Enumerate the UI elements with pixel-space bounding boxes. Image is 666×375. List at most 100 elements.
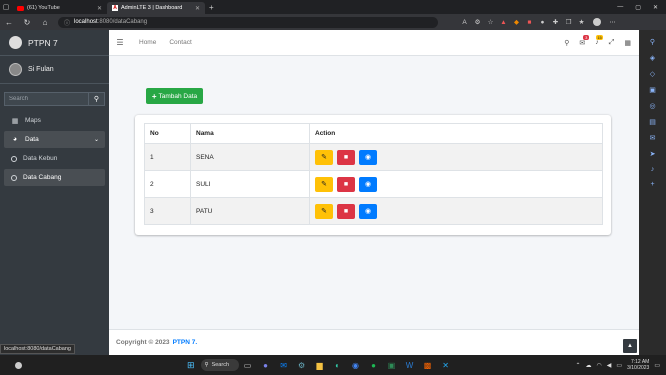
delete-button[interactable]: ■ [337, 176, 355, 192]
mail-icon[interactable]: ✉ [275, 361, 293, 370]
volume-icon[interactable]: ◀ [607, 362, 612, 369]
clock[interactable]: 7:12 AM 3/10/2023 [627, 359, 649, 371]
briefcase-icon[interactable]: ▣ [649, 86, 656, 94]
outlook-icon[interactable]: ✉ [650, 134, 656, 142]
search-icon[interactable]: ⚲ [650, 38, 655, 46]
extension-shield-icon[interactable]: ■ [523, 19, 536, 26]
nav-link-contact[interactable]: Contact [169, 39, 191, 46]
notification-center-icon[interactable]: ▭ [654, 362, 660, 369]
close-window-icon[interactable]: ✕ [653, 4, 658, 11]
sidebar-item-label: Data Kebun [23, 155, 58, 162]
view-button[interactable]: ◉ [359, 203, 377, 219]
sidebar-item-data-cabang[interactable]: Data Cabang [4, 169, 105, 186]
cell-action: ✎ ■ ◉ [309, 143, 603, 171]
battery-icon[interactable]: ▭ [616, 362, 622, 369]
taskbar-search-label: Search [211, 362, 230, 368]
search-icon[interactable]: ⚲ [564, 39, 569, 47]
extension-red-icon[interactable]: ▲ [497, 19, 510, 26]
window-menu-icon[interactable]: ▢ [0, 1, 12, 13]
edit-button[interactable]: ✎ [315, 176, 333, 192]
hamburger-menu-icon[interactable]: ☰ [109, 38, 131, 47]
cloud-icon[interactable]: ☁ [586, 362, 592, 369]
address-bar[interactable]: ⓘ localhost:8080/dataCabang [58, 16, 438, 28]
tab-adminlte[interactable]: A AdminLTE 3 | Dashboard ✕ [107, 2, 205, 14]
back-icon[interactable]: ← [0, 18, 18, 27]
chrome-icon[interactable]: ◉ [347, 361, 365, 370]
read-aloud-icon[interactable]: A [458, 19, 471, 26]
edit-icon: ✎ [321, 154, 327, 161]
extension-bolt-icon[interactable]: ● [536, 19, 549, 26]
add-data-button[interactable]: + Tambah Data [146, 88, 203, 104]
edit-button[interactable]: ✎ [315, 203, 333, 219]
search-button[interactable]: ⚲ [88, 92, 105, 106]
file-explorer-icon[interactable]: ▆ [311, 361, 329, 370]
sidebar-item-label: Data [25, 136, 39, 143]
games-icon[interactable]: ◎ [649, 102, 655, 110]
start-icon[interactable]: ⊞ [187, 360, 195, 371]
task-view-icon[interactable]: ▭ [239, 361, 257, 370]
sidebar-item-data-kebun[interactable]: Data Kebun [4, 150, 105, 167]
home-icon[interactable]: ⌂ [36, 18, 54, 27]
favorites-bar-icon[interactable]: ★ [575, 18, 588, 26]
table-header-row: No Nama Action [144, 123, 603, 144]
brand[interactable]: PTPN 7 [0, 30, 109, 56]
collections-icon[interactable]: ❐ [562, 18, 575, 26]
data-table: No Nama Action 1 SENA ✎ ■ ◉ 2 SULI ✎ ■ ◉… [144, 123, 603, 225]
close-tab-icon[interactable]: ✕ [97, 5, 102, 12]
refresh-icon[interactable]: ↻ [18, 18, 36, 27]
plus-icon: + [151, 91, 157, 101]
messages-icon[interactable]: ✉ 3 [579, 34, 590, 47]
notifications-icon[interactable]: ♪ 15 [595, 35, 603, 46]
cell-no: 3 [144, 197, 191, 225]
extensions-puzzle-icon[interactable]: ✚ [549, 18, 562, 26]
wifi-icon[interactable]: ◠ [597, 362, 602, 369]
settings-icon[interactable]: ⚙ [293, 361, 311, 370]
sidebar-item-maps[interactable]: ▦ Maps [4, 112, 105, 129]
edit-icon: ✎ [321, 208, 327, 215]
fullscreen-icon[interactable]: ⤢ [609, 39, 615, 47]
delete-button[interactable]: ■ [337, 149, 355, 165]
xampp-icon[interactable]: ▩ [419, 361, 437, 370]
view-button[interactable]: ◉ [359, 149, 377, 165]
user-panel[interactable]: Si Fulan [0, 56, 109, 84]
more-menu-icon[interactable]: ⋯ [606, 18, 619, 26]
close-tab-icon[interactable]: ✕ [195, 5, 200, 12]
add-icon[interactable]: + [650, 181, 654, 188]
spotify-icon[interactable]: ● [365, 361, 383, 370]
navbar-right: ⚲ ✉ 3 ♪ 15 ⤢ ▦ [564, 34, 639, 47]
footer-brand-link[interactable]: PTPN 7. [173, 339, 198, 346]
chevron-up-icon[interactable]: ⌃ [576, 362, 581, 369]
chat-icon[interactable]: ● [257, 361, 275, 370]
info-icon[interactable]: ⓘ [64, 18, 70, 27]
edit-button[interactable]: ✎ [315, 149, 333, 165]
weather-widget[interactable] [3, 359, 33, 371]
word-icon[interactable]: W [401, 361, 419, 370]
bell-icon[interactable]: ♪ [651, 166, 655, 173]
sidebar-item-data[interactable]: ◕ Data ⌄ [4, 131, 105, 148]
new-tab-button[interactable]: + [209, 3, 214, 12]
maximize-icon[interactable]: ▢ [635, 4, 641, 11]
send-icon[interactable]: ➤ [650, 150, 656, 158]
view-button[interactable]: ◉ [359, 176, 377, 192]
sidebar-search: ⚲ [4, 92, 105, 106]
profile-avatar[interactable] [593, 18, 601, 26]
vscode-icon[interactable]: ✕ [437, 361, 455, 370]
taskbar-search[interactable]: ⚲ Search [200, 359, 239, 371]
favorite-icon[interactable]: ☆ [484, 18, 497, 26]
edge-icon[interactable]: ◐ [329, 361, 347, 370]
grid-icon[interactable]: ▦ [624, 39, 631, 47]
main-footer: Copyright © 2023 PTPN 7. [109, 329, 639, 355]
search-input[interactable] [4, 92, 88, 106]
tag-icon[interactable]: ◇ [650, 70, 655, 78]
app-icon[interactable]: ▣ [383, 361, 401, 370]
nav-link-home[interactable]: Home [139, 39, 156, 46]
office-icon[interactable]: ▤ [649, 118, 656, 126]
scroll-top-button[interactable]: ▲ [623, 339, 637, 353]
extension-icon[interactable]: ⚙ [471, 18, 484, 26]
cell-no: 1 [144, 143, 191, 171]
extension-orange-icon[interactable]: ◆ [510, 18, 523, 26]
delete-button[interactable]: ■ [337, 203, 355, 219]
discover-icon[interactable]: ◈ [650, 54, 655, 62]
tab-youtube[interactable]: (61) YouTube ✕ [12, 2, 107, 14]
minimize-icon[interactable]: — [617, 4, 623, 11]
